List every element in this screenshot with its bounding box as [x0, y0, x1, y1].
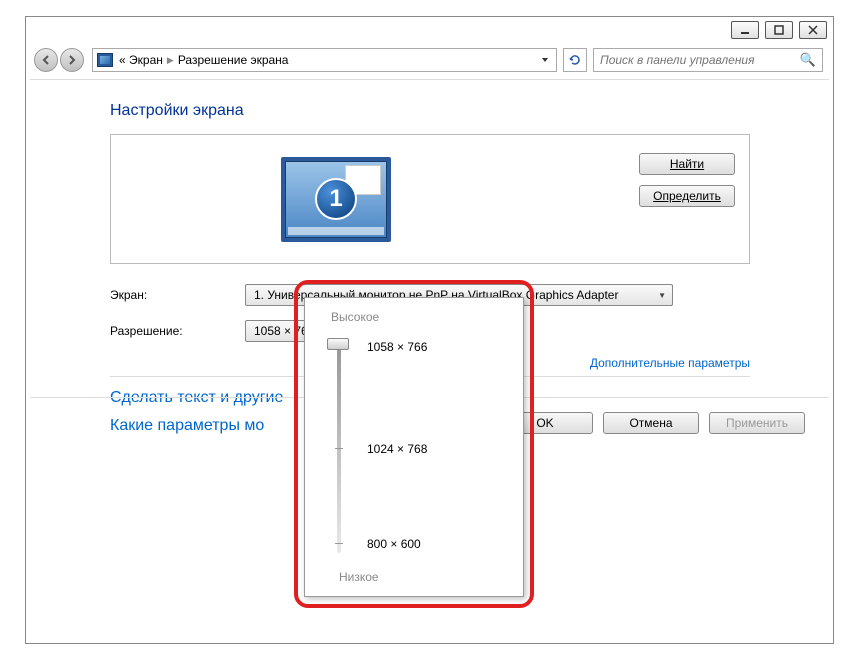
refresh-button[interactable] — [563, 48, 587, 72]
slider-tick — [335, 448, 343, 449]
cancel-button[interactable]: Отмена — [603, 412, 699, 434]
monitor-taskbar-icon — [288, 227, 384, 235]
back-button[interactable] — [34, 48, 58, 72]
monitor-number-badge: 1 — [315, 178, 357, 220]
resolution-option[interactable]: 1058 × 766 — [367, 340, 427, 354]
search-box[interactable]: 🔍 — [593, 48, 823, 72]
resolution-option[interactable]: 1024 × 768 — [367, 442, 427, 456]
resolution-option[interactable]: 800 × 600 — [367, 537, 421, 551]
maximize-button[interactable] — [765, 21, 793, 39]
address-bar[interactable]: « Экран ▶ Разрешение экрана — [92, 48, 557, 72]
control-panel-icon — [97, 53, 113, 67]
breadcrumb-separator-icon: ▶ — [167, 55, 174, 66]
resolution-slider-popup: Высокое 1058 × 766 1024 × 768 800 × 600 … — [304, 297, 524, 597]
page-title: Настройки экрана — [110, 102, 829, 120]
slider-high-label: Высокое — [331, 310, 505, 324]
resolution-label: Разрешение: — [110, 324, 245, 338]
slider-track[interactable] — [337, 338, 341, 553]
navigation-bar: « Экран ▶ Разрешение экрана 🔍 — [30, 45, 829, 75]
breadcrumb-chevrons: « — [119, 53, 126, 67]
breadcrumb-page[interactable]: Разрешение экрана — [178, 53, 289, 67]
window-frame: « Экран ▶ Разрешение экрана 🔍 Настройки … — [25, 16, 834, 644]
address-dropdown-icon[interactable] — [536, 51, 554, 69]
close-button[interactable] — [799, 21, 827, 39]
monitor-thumbnail[interactable]: 1 — [281, 157, 391, 242]
slider-thumb[interactable] — [327, 338, 349, 350]
advanced-settings-link[interactable]: Дополнительные параметры — [590, 356, 750, 370]
slider-low-label: Низкое — [339, 570, 379, 584]
breadcrumb-root[interactable]: Экран — [129, 53, 163, 67]
window-controls — [731, 21, 827, 39]
screen-label: Экран: — [110, 288, 245, 302]
find-button[interactable]: Найти — [639, 153, 735, 175]
apply-button[interactable]: Применить — [709, 412, 805, 434]
search-icon: 🔍 — [800, 52, 816, 68]
minimize-button[interactable] — [731, 21, 759, 39]
detect-button[interactable]: Определить — [639, 185, 735, 207]
display-preview-panel: 1 Найти Определить — [110, 134, 750, 264]
search-input[interactable] — [600, 53, 800, 67]
slider-tick — [335, 543, 343, 544]
forward-button[interactable] — [60, 48, 84, 72]
